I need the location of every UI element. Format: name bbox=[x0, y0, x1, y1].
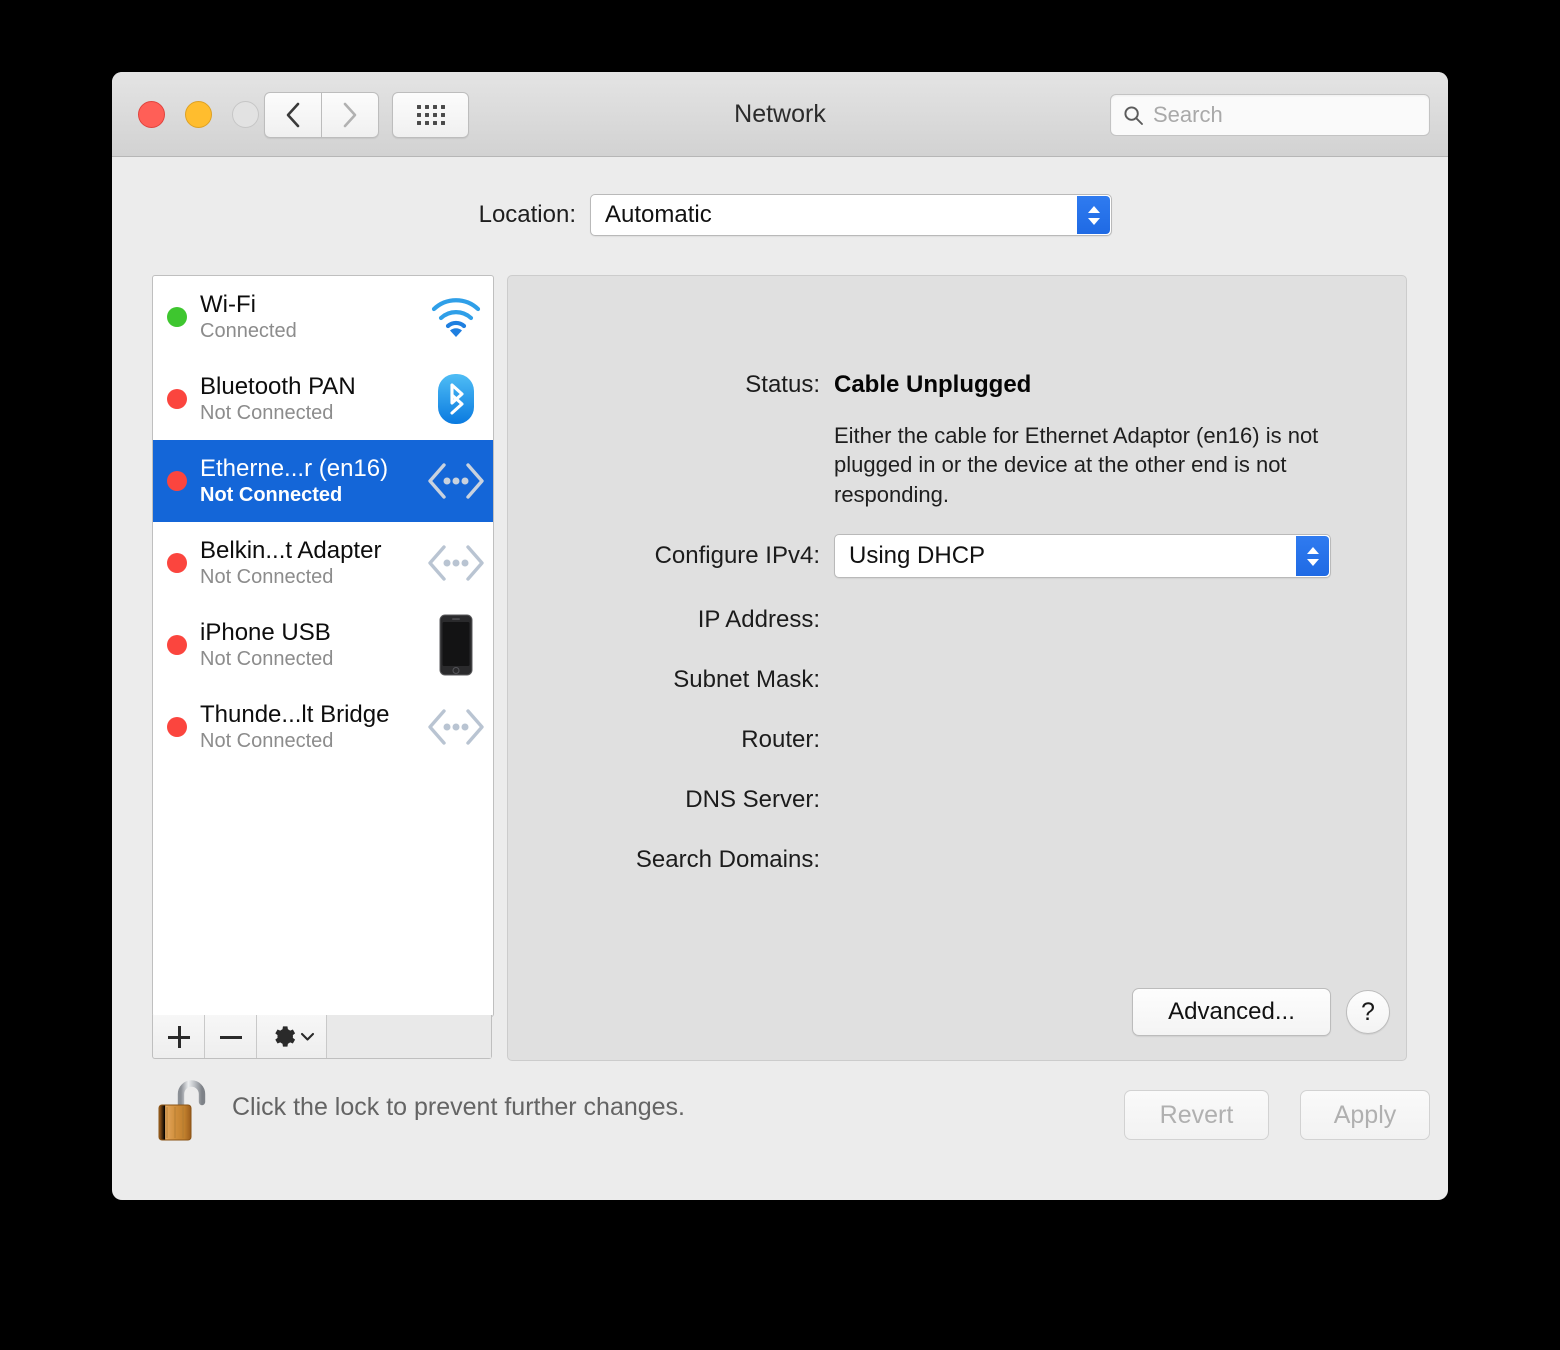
status-dot bbox=[167, 307, 187, 327]
status-dot bbox=[167, 389, 187, 409]
status-label: Status: bbox=[745, 371, 820, 398]
router-label: Router: bbox=[741, 726, 820, 753]
bluetooth-icon bbox=[425, 373, 487, 425]
configure-ipv4-dropdown[interactable]: Using DHCP bbox=[834, 534, 1331, 578]
ethernet-icon bbox=[425, 461, 487, 501]
interface-status: Connected bbox=[200, 319, 297, 342]
list-item[interactable]: iPhone USB Not Connected bbox=[153, 604, 493, 686]
interface-status: Not Connected bbox=[200, 565, 334, 588]
location-dropdown[interactable]: Automatic bbox=[590, 194, 1112, 236]
ethernet-icon bbox=[425, 707, 487, 747]
list-item[interactable]: Etherne...r (en16) Not Connected bbox=[153, 440, 493, 522]
interface-name: Thunde...lt Bridge bbox=[200, 701, 390, 729]
search-domains-row: Search Domains: bbox=[508, 846, 1406, 874]
revert-button: Revert bbox=[1124, 1090, 1269, 1140]
ip-address-row: IP Address: bbox=[508, 606, 1406, 634]
subnet-mask-row: Subnet Mask: bbox=[508, 666, 1406, 694]
status-value: Cable Unplugged bbox=[834, 371, 1032, 398]
advanced-button[interactable]: Advanced... bbox=[1132, 988, 1331, 1036]
window-titlebar: Network Search bbox=[112, 72, 1448, 157]
status-dot bbox=[167, 553, 187, 573]
toolbar-filler bbox=[327, 1015, 491, 1058]
interface-name: iPhone USB bbox=[200, 619, 331, 647]
status-row: Status: Cable Unplugged bbox=[508, 371, 1406, 399]
location-stepper-icon bbox=[1077, 196, 1110, 234]
remove-interface-button[interactable] bbox=[205, 1015, 257, 1058]
network-interface-list[interactable]: Wi-Fi Connected Bluetooth PAN Not Connec… bbox=[152, 275, 494, 1017]
interface-status: Not Connected bbox=[200, 729, 334, 752]
configure-ipv4-row: Configure IPv4: Using DHCP bbox=[508, 534, 1406, 578]
network-preferences-window: Network Search Location: Automatic Wi-Fi… bbox=[112, 72, 1448, 1200]
interface-status: Not Connected bbox=[200, 401, 334, 424]
configure-ipv4-label: Configure IPv4: bbox=[654, 542, 820, 569]
status-dot bbox=[167, 635, 187, 655]
status-dot bbox=[167, 471, 187, 491]
search-icon bbox=[1124, 105, 1143, 125]
gear-icon bbox=[274, 1026, 295, 1047]
configure-ipv4-stepper-icon bbox=[1296, 536, 1329, 576]
interface-name: Belkin...t Adapter bbox=[200, 537, 382, 565]
list-item[interactable]: Belkin...t Adapter Not Connected bbox=[153, 522, 493, 604]
interface-status: Not Connected bbox=[200, 483, 343, 506]
interface-detail-panel: Status: Cable Unplugged Either the cable… bbox=[507, 275, 1407, 1061]
router-row: Router: bbox=[508, 726, 1406, 754]
interface-status: Not Connected bbox=[200, 647, 334, 670]
dns-server-row: DNS Server: bbox=[508, 786, 1406, 814]
add-interface-button[interactable] bbox=[153, 1015, 205, 1058]
ethernet-icon bbox=[425, 543, 487, 583]
status-dot bbox=[167, 717, 187, 737]
window-footer: Click the lock to prevent further change… bbox=[112, 1060, 1448, 1200]
search-domains-label: Search Domains: bbox=[635, 846, 820, 873]
interface-name: Bluetooth PAN bbox=[200, 373, 356, 401]
search-placeholder: Search bbox=[1153, 102, 1223, 127]
lock-hint-text: Click the lock to prevent further change… bbox=[232, 1093, 686, 1121]
dns-server-label: DNS Server: bbox=[685, 786, 820, 813]
search-field[interactable]: Search bbox=[1110, 94, 1430, 136]
ip-address-label: IP Address: bbox=[697, 606, 820, 633]
list-item[interactable]: Bluetooth PAN Not Connected bbox=[153, 358, 493, 440]
iphone-icon bbox=[425, 614, 487, 676]
chevron-down-icon bbox=[300, 1032, 314, 1041]
configure-ipv4-value: Using DHCP bbox=[849, 542, 986, 569]
location-label: Location: bbox=[478, 201, 576, 228]
status-description: Either the cable for Ethernet Adaptor (e… bbox=[834, 423, 1319, 507]
interface-name: Etherne...r (en16) bbox=[200, 455, 389, 483]
list-item[interactable]: Thunde...lt Bridge Not Connected bbox=[153, 686, 493, 768]
lock-button[interactable] bbox=[157, 1077, 213, 1143]
interface-name: Wi-Fi bbox=[200, 291, 256, 319]
interface-actions-button[interactable] bbox=[257, 1015, 327, 1058]
wifi-icon bbox=[425, 295, 487, 339]
help-button[interactable]: ? bbox=[1346, 990, 1390, 1034]
apply-button: Apply bbox=[1300, 1090, 1430, 1140]
location-value: Automatic bbox=[605, 201, 712, 228]
unlocked-padlock-icon bbox=[158, 1080, 206, 1141]
interface-list-toolbar bbox=[152, 1015, 492, 1059]
location-row: Location: Automatic bbox=[112, 190, 1448, 240]
subnet-mask-label: Subnet Mask: bbox=[673, 666, 820, 693]
list-item[interactable]: Wi-Fi Connected bbox=[153, 276, 493, 358]
